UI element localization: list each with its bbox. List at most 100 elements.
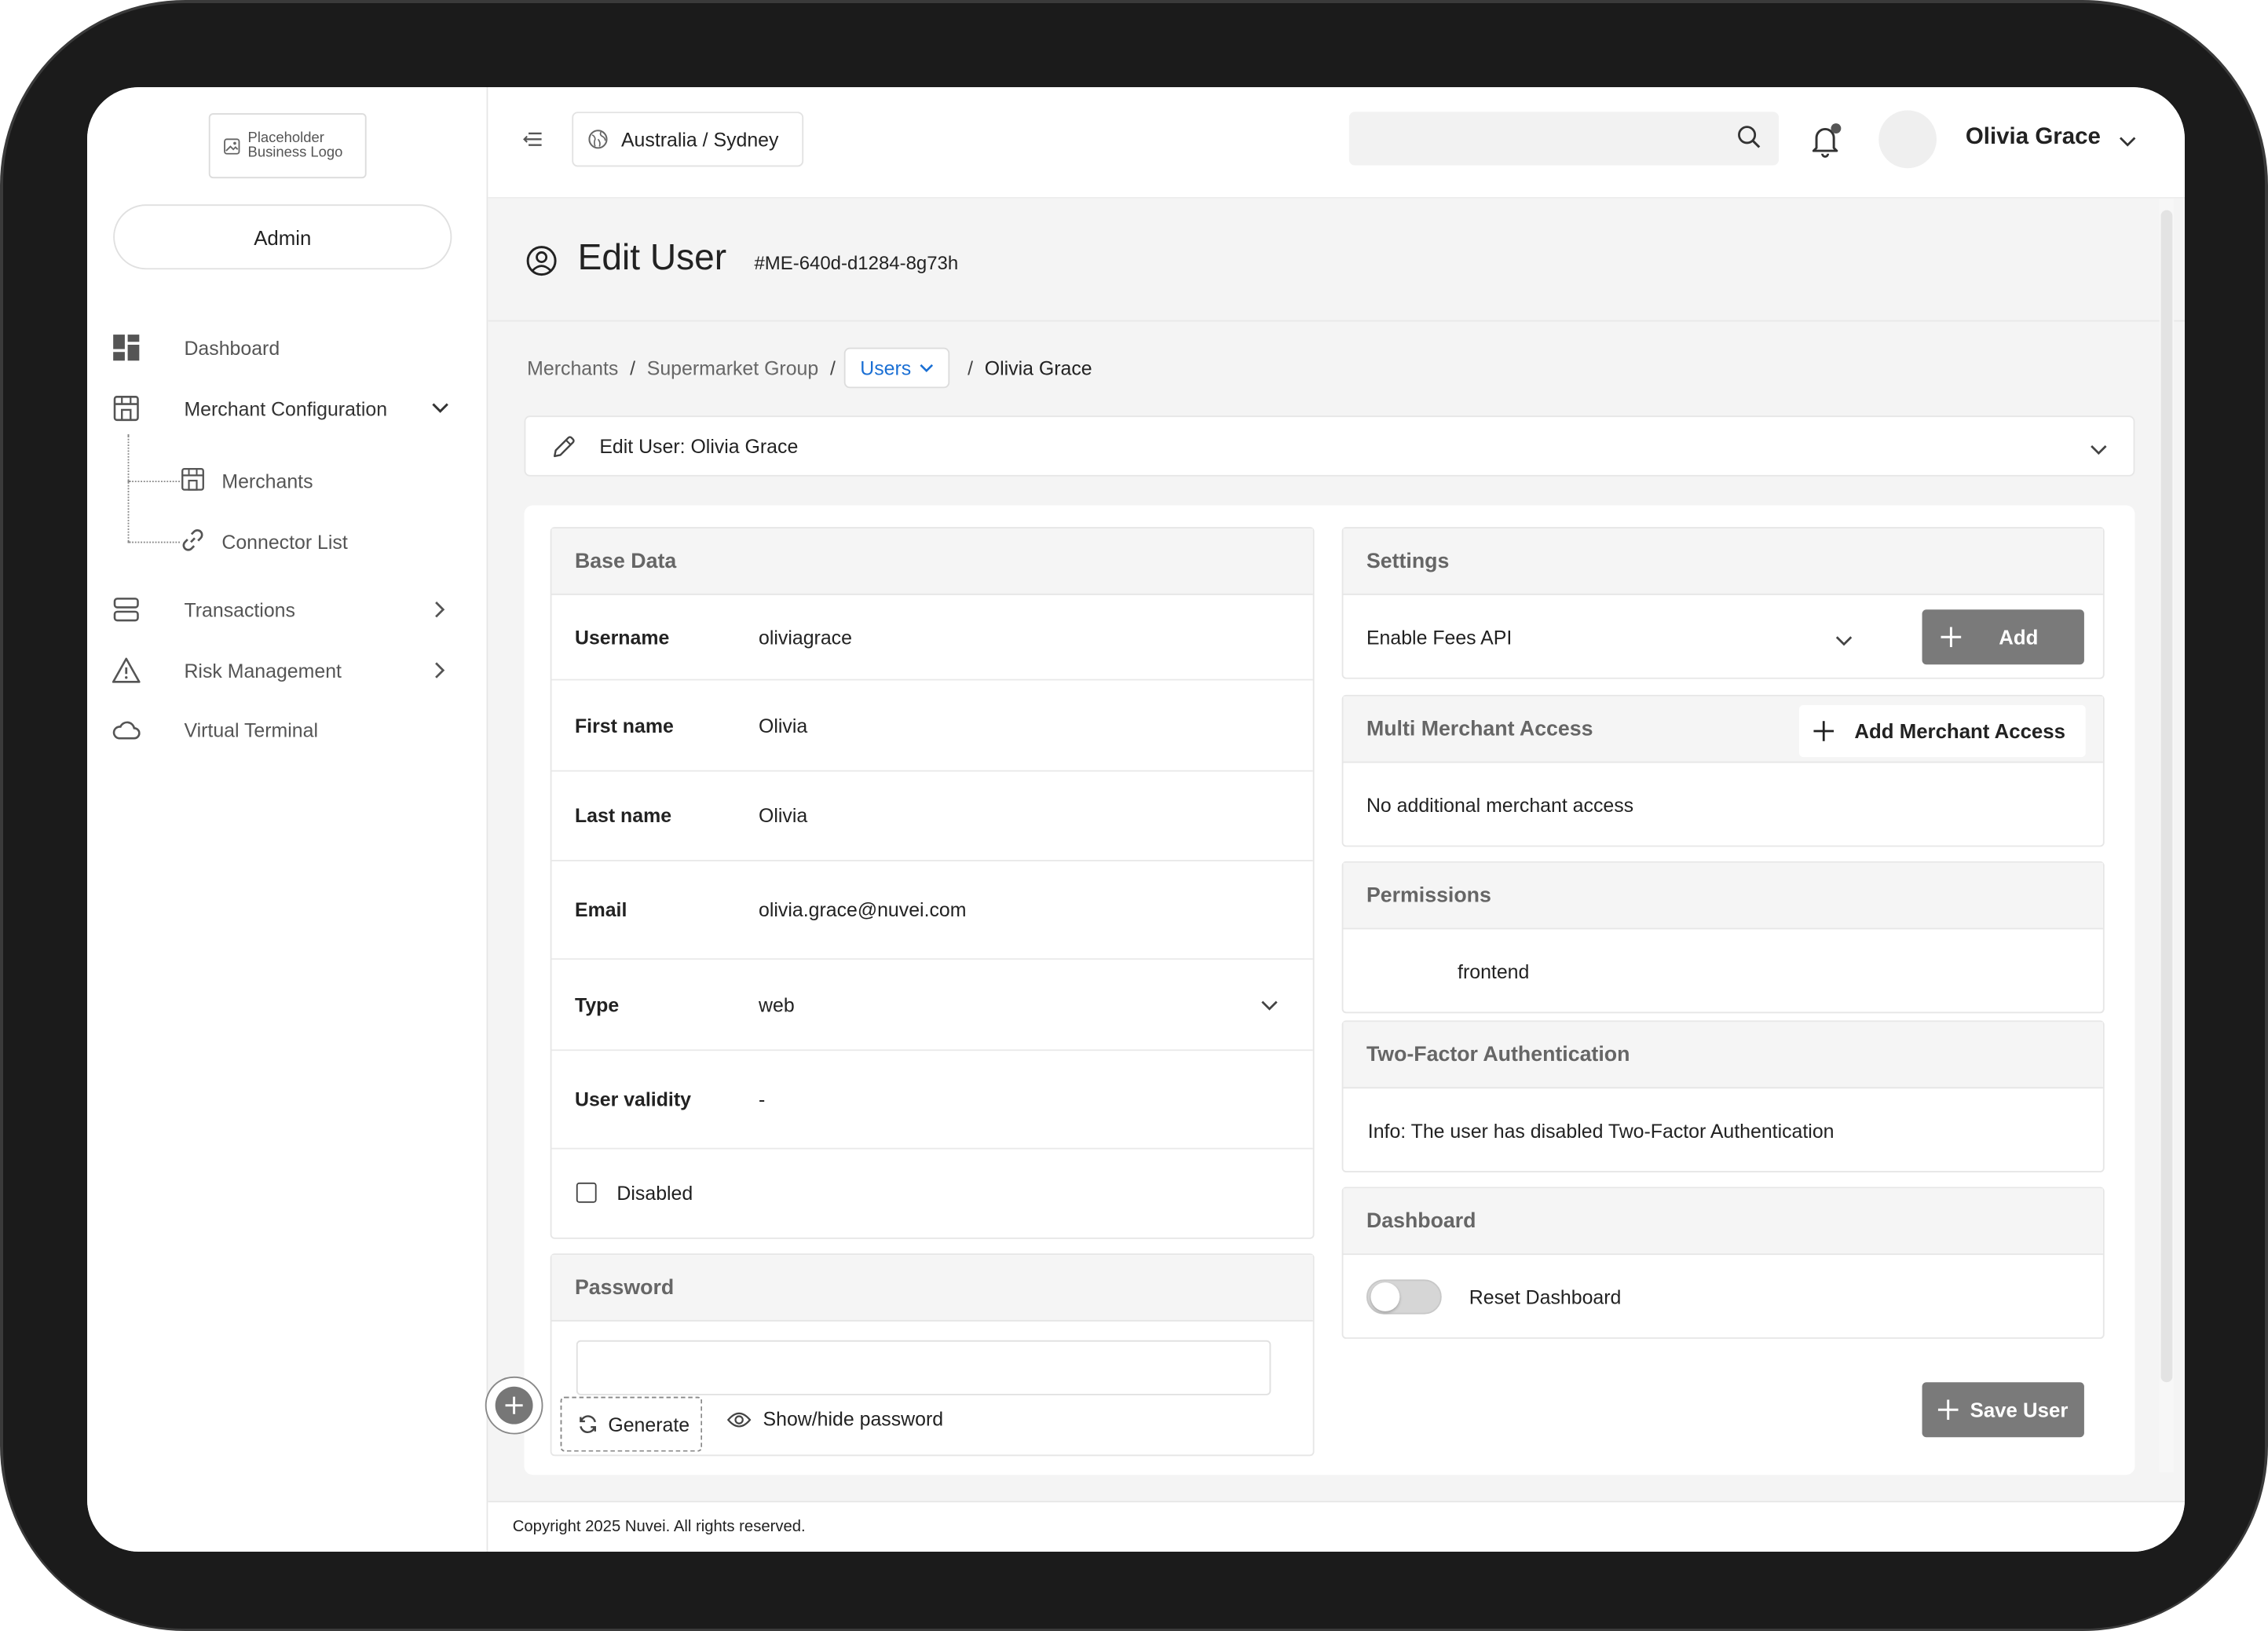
sidebar-item-transactions[interactable]: Transactions	[110, 588, 450, 631]
field-label: First name	[574, 714, 674, 737]
avatar[interactable]	[1878, 110, 1937, 169]
email-field[interactable]: olivia.grace@nuvei.com	[759, 899, 966, 921]
globe-icon	[588, 130, 608, 149]
panel-title: Permissions	[1343, 862, 2103, 930]
user-name[interactable]: Olivia Grace	[1966, 125, 2101, 151]
sidebar-subitem-merchants[interactable]: Merchants	[180, 462, 313, 499]
sidebar-item-label: Merchant Configuration	[184, 397, 388, 419]
breadcrumb-separator: /	[829, 357, 836, 379]
warning-icon	[110, 654, 142, 686]
user-circle-icon	[525, 245, 558, 284]
app: Placeholder Business Logo Admin Dashboar…	[87, 87, 2185, 1552]
sidebar-subitem-label: Connector List	[221, 530, 348, 553]
chevron-down-icon[interactable]	[430, 398, 451, 419]
reset-dashboard-toggle[interactable]	[1366, 1279, 1442, 1315]
breadcrumb-supermarket-group[interactable]: Supermarket Group	[647, 357, 818, 379]
sidebar: Placeholder Business Logo Admin Dashboar…	[87, 87, 488, 1552]
panel-title: Base Data	[551, 528, 1313, 595]
page-title: Edit User	[577, 237, 727, 279]
eye-icon	[726, 1411, 752, 1427]
two-factor-panel: Two-Factor Authentication Info: The user…	[1341, 1020, 2105, 1173]
plus-icon	[1941, 627, 1962, 651]
settings-panel: Settings Enable Fees API Add	[1341, 527, 2105, 679]
username-field[interactable]: oliviagrace	[759, 626, 852, 648]
breadcrumb-users-dropdown[interactable]: Users	[843, 347, 950, 389]
password-input[interactable]	[576, 1340, 1271, 1395]
plus-icon	[1813, 721, 1835, 741]
accordion-label: Edit User: Olivia Grace	[599, 435, 799, 457]
breadcrumb-separator: /	[630, 357, 636, 379]
chevron-down-icon[interactable]	[2119, 129, 2136, 155]
form-card: Base Data Username oliviagrace First nam…	[524, 505, 2135, 1476]
pencil-icon	[552, 434, 576, 466]
sidebar-subitem-connector-list[interactable]: Connector List	[180, 523, 348, 561]
chevron-down-icon	[920, 363, 934, 372]
screen: Placeholder Business Logo Admin Dashboar…	[87, 87, 2185, 1552]
last-name-field[interactable]: Olivia	[759, 805, 807, 827]
chevron-down-icon[interactable]	[1835, 630, 1853, 652]
breadcrumb: Merchants / Supermarket Group / Users / …	[527, 347, 1092, 389]
search-icon[interactable]	[1737, 125, 1761, 157]
field-row-first-name: First name Olivia	[551, 681, 1313, 772]
image-placeholder-icon	[224, 137, 240, 154]
collapse-menu-icon[interactable]	[523, 129, 546, 149]
user-id: #ME-640d-d1284-8g73h	[754, 252, 959, 274]
plus-circle-icon	[495, 1386, 533, 1424]
disabled-checkbox[interactable]	[576, 1182, 597, 1203]
logo-text-line1: Placeholder	[247, 130, 324, 146]
checkbox-label: Disabled	[616, 1182, 693, 1204]
scrollbar[interactable]	[2160, 210, 2173, 1383]
breadcrumb-merchants[interactable]: Merchants	[527, 357, 618, 379]
sidebar-item-label: Dashboard	[184, 336, 280, 359]
field-row-user-validity: User validity -	[551, 1051, 1313, 1150]
add-setting-button[interactable]: Add	[1922, 609, 2084, 665]
settings-select[interactable]: Enable Fees API	[1366, 626, 1512, 648]
show-hide-password-toggle[interactable]: Show/hide password	[726, 1408, 943, 1430]
chevron-right-icon[interactable]	[430, 599, 451, 620]
sidebar-item-label: Transactions	[184, 598, 295, 621]
chevron-down-icon[interactable]	[1260, 993, 1278, 1015]
field-label: Username	[574, 626, 670, 649]
storefront-icon	[110, 393, 142, 425]
edit-user-accordion[interactable]: Edit User: Olivia Grace	[524, 415, 2135, 477]
generate-password-button[interactable]: Generate	[560, 1396, 703, 1452]
field-label: User validity	[574, 1088, 691, 1110]
button-label: Add	[1999, 625, 2039, 649]
sidebar-item-merchant-configuration[interactable]: Merchant Configuration	[110, 386, 450, 430]
first-name-field[interactable]: Olivia	[759, 715, 807, 737]
notification-bell-icon[interactable]	[1809, 122, 1844, 159]
user-validity-field[interactable]: -	[759, 1088, 765, 1110]
role-button[interactable]: Admin	[113, 204, 452, 270]
footer: Copyright 2025 Nuvei. All rights reserve…	[488, 1501, 2185, 1552]
add-merchant-access-button[interactable]: Add Merchant Access	[1799, 704, 2086, 758]
link-icon	[180, 526, 206, 557]
business-logo[interactable]: Placeholder Business Logo	[208, 113, 367, 179]
two-factor-info: Info: The user has disabled Two-Factor A…	[1367, 1119, 1835, 1142]
toggle-knob	[1370, 1282, 1400, 1311]
tree-connector	[127, 434, 130, 542]
reset-dashboard-row: Reset Dashboard	[1343, 1255, 2102, 1339]
save-user-button[interactable]: Save User	[1922, 1382, 2084, 1438]
type-select[interactable]: web	[759, 993, 795, 1015]
sidebar-item-dashboard[interactable]: Dashboard	[110, 326, 450, 369]
breadcrumb-separator: /	[968, 357, 974, 379]
floating-add-button[interactable]	[485, 1376, 543, 1435]
field-row-type[interactable]: Type web	[551, 960, 1313, 1051]
disabled-checkbox-wrap[interactable]: Disabled	[576, 1182, 693, 1204]
dashboard-panel: Dashboard Reset Dashboard	[1341, 1187, 2105, 1339]
breadcrumb-users-label: Users	[860, 357, 912, 379]
field-row-disabled: Disabled	[552, 1150, 1313, 1237]
sidebar-item-risk-management[interactable]: Risk Management	[110, 649, 450, 692]
timezone-selector[interactable]: Australia / Sydney	[572, 112, 804, 167]
server-stack-icon	[110, 594, 142, 626]
panel-title: Settings	[1343, 528, 2103, 595]
tree-connector	[127, 481, 180, 483]
field-row-email: Email olivia.grace@nuvei.com	[551, 861, 1313, 960]
page-header: Edit User #ME-640d-d1284-8g73h	[488, 198, 2185, 322]
chevron-down-icon	[2090, 437, 2107, 463]
toggle-label: Reset Dashboard	[1469, 1285, 1622, 1308]
field-row-username: Username oliviagrace	[551, 595, 1313, 681]
field-label: Email	[574, 898, 627, 921]
sidebar-item-virtual-terminal[interactable]: Virtual Terminal	[110, 708, 450, 752]
chevron-right-icon[interactable]	[430, 660, 451, 681]
